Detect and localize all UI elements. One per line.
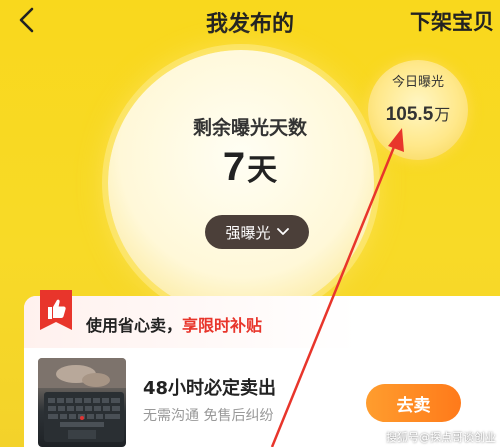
promo-text: 使用省心卖，享限时补贴 [86,312,262,336]
item-subtitle: 无需沟通 免售后纠纷 [143,408,274,424]
item-thumbnail[interactable] [38,358,126,447]
days-number: 7 [222,145,246,189]
thumbs-up-badge-icon [38,290,74,334]
today-exposure-value: 105.5万 [368,101,468,126]
today-exposure-label: 今日曝光 [391,75,444,90]
chevron-down-icon [276,228,289,235]
promo-prefix: 使用省心卖， [86,316,183,335]
item-title: 48小时必定卖出 [143,378,277,399]
boost-label: 强曝光 [225,223,271,242]
laptop-photo-icon [38,358,126,442]
watermark-text: 搜狐号@探点哥谈创业 [386,431,496,444]
today-exposure-unit: 万 [434,107,451,124]
boost-exposure-button[interactable]: 强曝光 [205,215,309,249]
app-screen: 我发布的 下架宝贝 剩余曝光天数 7天 强曝光 今日曝光 105.5万 使用省心… [0,0,500,447]
today-exposure-number: 105.5 [385,104,434,125]
delist-item-button[interactable]: 下架宝贝 [410,6,494,36]
promo-highlight: 享限时补贴 [182,316,263,335]
days-unit: 天 [247,154,278,187]
go-sell-button[interactable]: 去卖 [366,384,461,422]
